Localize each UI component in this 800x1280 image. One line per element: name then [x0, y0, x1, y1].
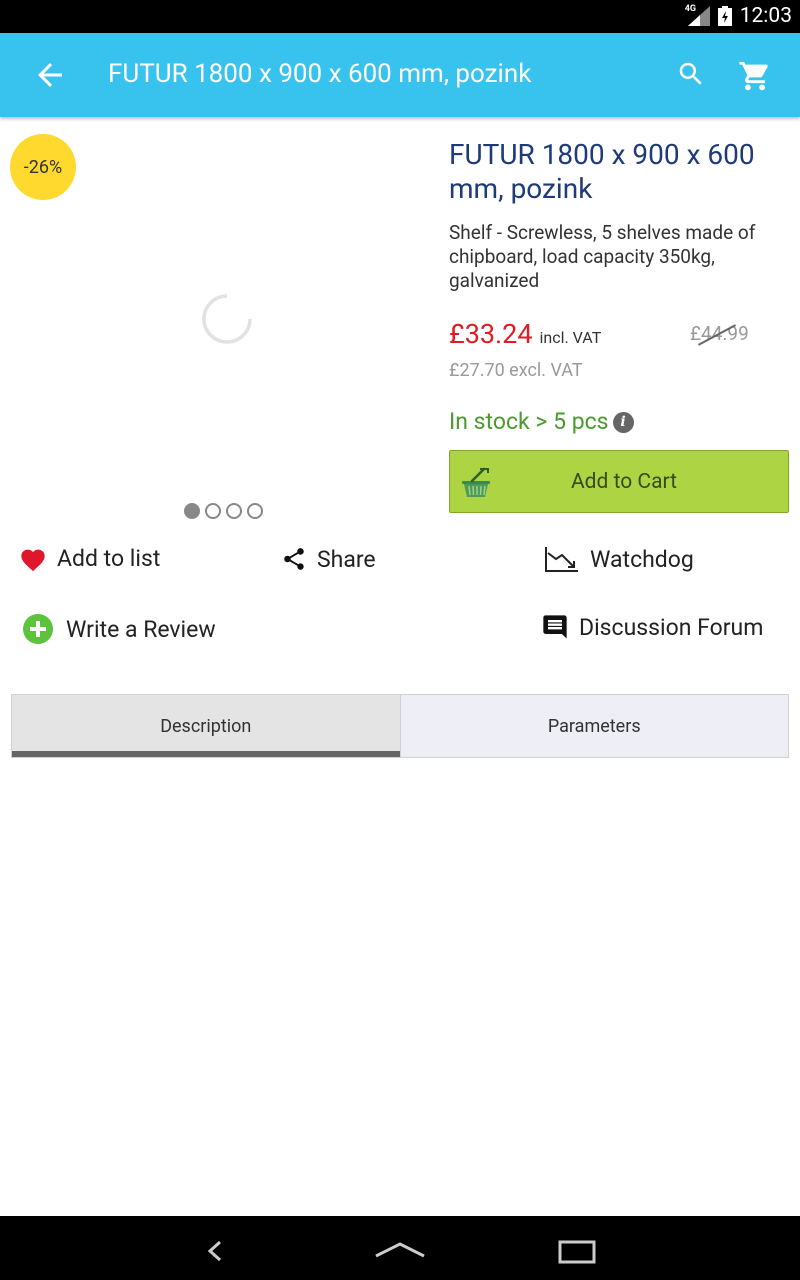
battery-icon [718, 6, 732, 26]
price: £33.24 [449, 318, 533, 350]
discussion-forum-button[interactable]: Discussion Forum [541, 613, 763, 641]
share-icon [284, 548, 304, 570]
price-vat-label: incl. VAT [539, 328, 602, 347]
heart-icon [21, 549, 45, 571]
discount-badge: -26% [10, 134, 76, 200]
nav-home-icon[interactable] [374, 1236, 426, 1266]
search-icon[interactable] [676, 59, 706, 89]
add-to-cart-button[interactable]: Add to Cart [449, 450, 789, 513]
tab-description[interactable]: Description [12, 695, 400, 757]
pager-dot-2[interactable] [205, 503, 221, 519]
product-title: FUTUR 1800 x 900 x 600 mm, pozink [449, 138, 755, 205]
page-title: FUTUR 1800 x 900 x 600 mm, pozink [108, 59, 532, 89]
chat-bubble-icon [543, 615, 567, 639]
discussion-forum-label: Discussion Forum [579, 613, 764, 641]
price-row: £33.24 incl. VAT [449, 318, 601, 350]
basket-icon [462, 467, 490, 497]
add-to-list-label: Add to list [57, 545, 161, 572]
navigation-bar [0, 1216, 800, 1280]
info-icon[interactable]: i [612, 412, 634, 433]
back-arrow-icon[interactable] [32, 57, 68, 93]
pager-dot-4[interactable] [247, 503, 263, 519]
nav-back-icon[interactable] [200, 1236, 230, 1266]
write-review-label: Write a Review [66, 615, 216, 643]
write-review-button[interactable]: Write a Review [22, 613, 216, 645]
plus-circle-icon [23, 614, 53, 644]
watchdog-label: Watchdog [590, 545, 694, 573]
image-pager [184, 503, 263, 519]
trend-down-icon [545, 547, 578, 572]
tab-parameters[interactable]: Parameters [399, 695, 788, 757]
signal-icon [688, 6, 710, 26]
old-price: £44.99 [690, 322, 749, 346]
status-bar: 4G 12:03 [0, 0, 800, 33]
stock-status: In stock > 5 pcs i [449, 408, 634, 435]
share-button[interactable]: Share [281, 545, 376, 573]
price-excl-vat: £27.70 excl. VAT [449, 360, 583, 381]
shopping-cart-icon[interactable] [738, 59, 772, 93]
status-clock: 12:03 [739, 4, 792, 28]
pager-dot-3[interactable] [226, 503, 242, 519]
loading-spinner-icon [202, 294, 252, 344]
add-to-list-button[interactable]: Add to list [19, 545, 160, 572]
product-description: Shelf - Screwless, 5 shelves made of chi… [449, 221, 756, 292]
watchdog-button[interactable]: Watchdog [544, 545, 694, 573]
app-bar: FUTUR 1800 x 900 x 600 mm, pozink [0, 33, 800, 117]
nav-recents-icon[interactable] [556, 1236, 598, 1266]
pager-dot-1[interactable] [184, 503, 200, 519]
stock-text: In stock > 5 pcs [449, 408, 609, 435]
share-label: Share [317, 545, 376, 573]
add-to-cart-label: Add to Cart [570, 469, 678, 494]
tab-bar: Description Parameters [11, 694, 789, 758]
